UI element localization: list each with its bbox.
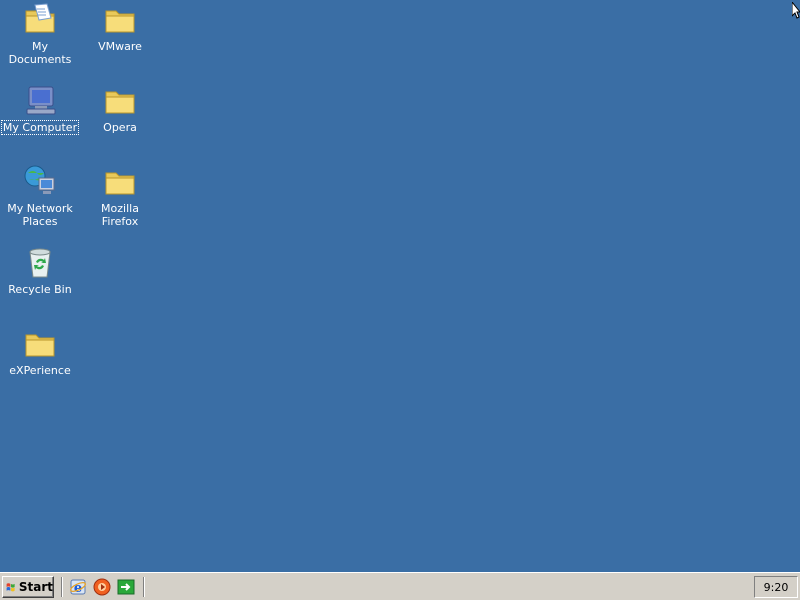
my-network-places-shortcut[interactable]: My Network Places xyxy=(0,164,80,228)
desktop: My Documents My Computer My Network Plac… xyxy=(0,0,800,572)
windows-logo-icon xyxy=(6,583,15,592)
icon-label: My Documents xyxy=(8,40,72,66)
folder-icon xyxy=(105,172,135,195)
taskbar-separator xyxy=(61,577,63,597)
clock[interactable]: 9:20 xyxy=(764,581,789,594)
vmware-folder[interactable]: VMware xyxy=(80,2,160,53)
folder-icon xyxy=(25,334,55,357)
opera-folder[interactable]: Opera xyxy=(80,83,160,134)
my-computer-icon xyxy=(26,86,56,115)
icon-label: Mozilla Firefox xyxy=(101,202,139,228)
icon-label: VMware xyxy=(98,40,142,53)
mozilla-firefox-folder[interactable]: Mozilla Firefox xyxy=(80,164,160,228)
folder-icon xyxy=(105,10,135,33)
show-desktop-icon[interactable] xyxy=(117,578,135,596)
mouse-cursor-icon xyxy=(792,2,800,19)
folder-icon xyxy=(105,91,135,114)
icon-label: Recycle Bin xyxy=(8,283,72,296)
my-computer-shortcut[interactable]: My Computer xyxy=(0,83,80,135)
recycle-bin-shortcut[interactable]: Recycle Bin xyxy=(0,245,80,296)
icon-label: eXPerience xyxy=(9,364,71,377)
icon-label: Opera xyxy=(103,121,137,134)
system-tray: 9:20 xyxy=(754,576,798,598)
internet-explorer-icon[interactable]: e xyxy=(69,578,87,596)
my-documents-shortcut[interactable]: My Documents xyxy=(0,2,80,66)
icon-label: My Network Places xyxy=(7,202,73,228)
taskbar: Start e 9:20 xyxy=(0,572,800,600)
start-button[interactable]: Start xyxy=(2,576,54,598)
recycle-bin-icon xyxy=(29,248,51,278)
network-places-icon xyxy=(24,165,55,194)
taskbar-separator xyxy=(143,577,145,597)
my-documents-icon xyxy=(25,3,55,33)
icon-label: My Computer xyxy=(0,120,80,135)
experience-folder[interactable]: eXPerience xyxy=(0,326,80,377)
start-label: Start xyxy=(18,580,53,594)
media-player-icon[interactable] xyxy=(93,578,111,596)
